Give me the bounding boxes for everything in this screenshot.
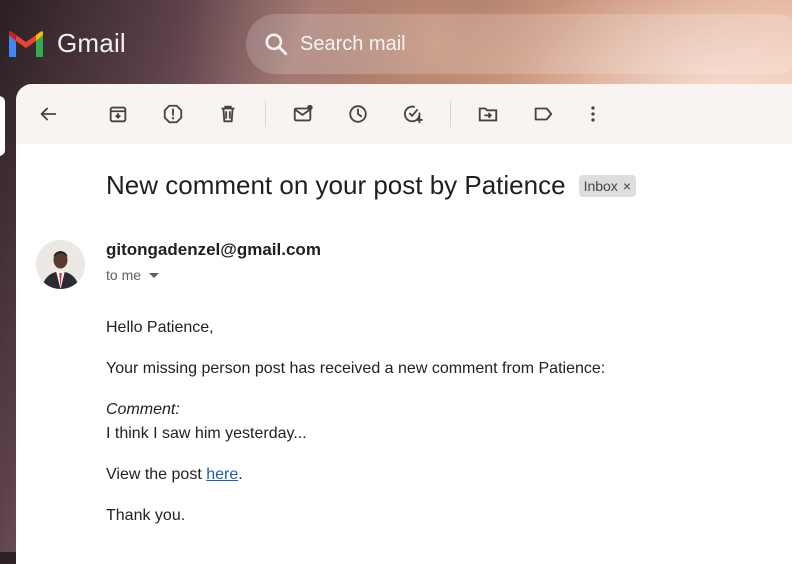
- gmail-m-icon: [9, 30, 43, 57]
- delete-icon: [221, 105, 235, 123]
- move-to-button[interactable]: [472, 98, 504, 130]
- remove-label-icon[interactable]: ×: [623, 178, 631, 194]
- toolbar-divider: [450, 101, 451, 127]
- view-post-prefix: View the post: [106, 466, 207, 483]
- signoff-text: Thank you.: [106, 507, 186, 524]
- top-bar: Gmail Search mail: [0, 0, 792, 88]
- report-spam-icon: [163, 104, 183, 124]
- sender-photo: [36, 240, 85, 289]
- sender-email[interactable]: gitongadenzel@gmail.com: [106, 240, 321, 260]
- greeting-text: Hello Patience,: [106, 319, 214, 336]
- more-options-icon: [591, 106, 595, 122]
- chevron-down-icon[interactable]: [149, 272, 160, 278]
- mark-unread-button[interactable]: [287, 98, 319, 130]
- comment-label: Comment:: [106, 401, 180, 418]
- more-options-button[interactable]: [577, 98, 609, 130]
- archive-button[interactable]: [102, 98, 134, 130]
- side-panel-handle[interactable]: [0, 96, 5, 156]
- search-icon[interactable]: [263, 31, 289, 57]
- back-icon: [40, 107, 57, 121]
- toolbar-divider: [265, 101, 266, 127]
- search-bar[interactable]: Search mail: [246, 14, 792, 74]
- mark-unread-icon: [293, 104, 313, 122]
- intro-text: Your missing person post has received a …: [106, 360, 606, 377]
- view-post-suffix: .: [238, 466, 243, 483]
- view-post-line: View the post here.: [106, 466, 243, 484]
- delete-button[interactable]: [212, 98, 244, 130]
- view-post-link[interactable]: here: [206, 466, 238, 483]
- move-to-icon: [478, 107, 498, 122]
- report-spam-button[interactable]: [157, 98, 189, 130]
- add-to-tasks-button[interactable]: [397, 98, 429, 130]
- avatar[interactable]: [36, 240, 85, 289]
- message-toolbar: [16, 84, 792, 144]
- archive-icon: [109, 106, 127, 123]
- subject-row: New comment on your post by Patience Inb…: [106, 170, 636, 201]
- snooze-button[interactable]: [342, 98, 374, 130]
- label-name: Inbox: [583, 177, 618, 194]
- email-view: New comment on your post by Patience Inb…: [16, 84, 792, 564]
- recipient-details[interactable]: to me: [106, 267, 160, 283]
- snooze-icon: [349, 105, 367, 123]
- inbox-label-badge[interactable]: Inbox ×: [578, 174, 636, 197]
- labels-button[interactable]: [527, 98, 559, 130]
- add-task-icon: [404, 105, 423, 124]
- search-input[interactable]: Search mail: [300, 33, 406, 56]
- comment-text: I think I saw him yesterday...: [106, 425, 307, 442]
- gmail-logo[interactable]: Gmail: [7, 28, 126, 59]
- email-subject: New comment on your post by Patience: [106, 170, 566, 200]
- app-name: Gmail: [57, 28, 126, 58]
- recipient-label: to me: [106, 267, 142, 283]
- label-icon: [534, 107, 553, 121]
- back-button[interactable]: [32, 98, 64, 130]
